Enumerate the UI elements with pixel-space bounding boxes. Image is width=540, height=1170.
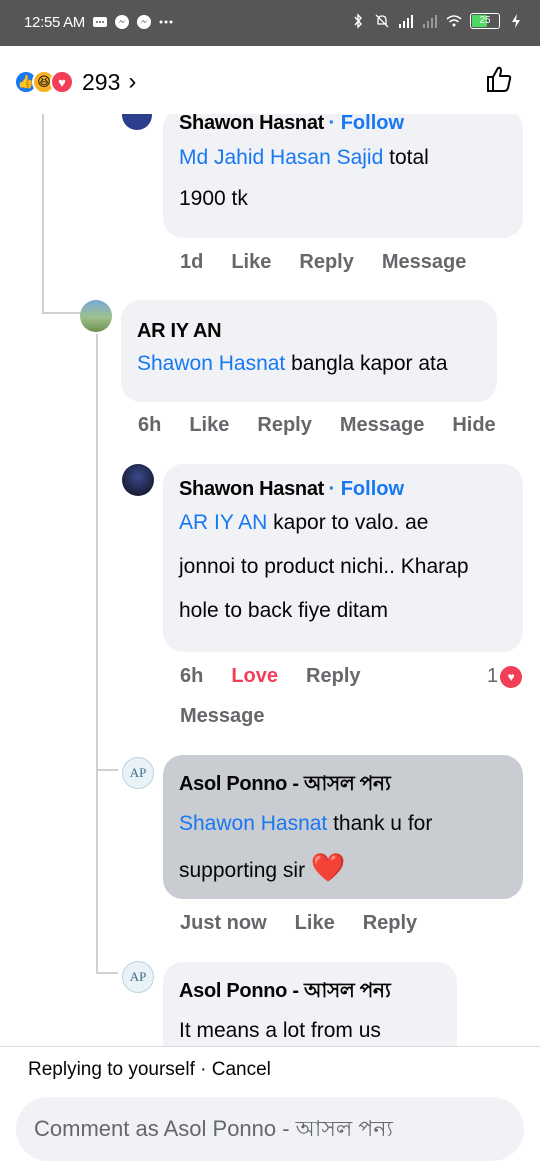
comment-text: total — [383, 146, 429, 169]
comment-actions: Message — [180, 705, 265, 728]
comment-text: supporting sir — [179, 859, 311, 882]
follow-link[interactable]: · Follow — [328, 478, 404, 500]
replying-text: Replying to yourself · — [28, 1059, 212, 1080]
avatar[interactable] — [80, 300, 112, 332]
heart-emoji: ❤️ — [310, 852, 346, 883]
mention-link[interactable]: Md Jahid Hasan Sajid — [179, 146, 383, 169]
comment-author[interactable]: Shawon Hasnat — [179, 478, 324, 500]
reaction-summary[interactable]: 👍 😆 ♥ 293 › — [14, 68, 136, 96]
reply-action[interactable]: Reply — [257, 414, 311, 437]
comment-text: 1900 tk — [179, 187, 248, 210]
avatar[interactable] — [122, 114, 152, 130]
messenger-icon — [115, 15, 129, 29]
thread-line — [96, 769, 118, 771]
comment-time: Just now — [180, 912, 267, 934]
comment-composer: Replying to yourself · Cancel — [0, 1046, 540, 1170]
reply-action[interactable]: Reply — [306, 665, 360, 688]
love-reaction-icon: ♥ — [50, 70, 74, 94]
mention-link[interactable]: AR IY AN — [179, 511, 267, 534]
like-action[interactable]: Like — [231, 251, 271, 274]
reaction-count: 293 — [82, 68, 121, 95]
comment-text: jonnoi to product nichi.. Kharap — [179, 555, 469, 578]
status-right-icons: 25 — [350, 13, 524, 29]
comment-text: bangla kapor ata — [285, 352, 448, 375]
chevron-right-icon: › — [128, 68, 137, 95]
comment-time: 6h — [180, 665, 204, 687]
comment-author[interactable]: Asol Ponno - আসল পন্য — [179, 769, 507, 802]
status-time: 12:55 AM — [24, 14, 85, 31]
comment-bubble: Shawon Hasnat · Follow AR IY AN kapor to… — [163, 464, 523, 652]
status-bar: 12:55 AM 25 — [0, 0, 540, 46]
comment-input[interactable] — [16, 1097, 524, 1161]
reply-action[interactable]: Reply — [299, 251, 353, 274]
comment-time: 1d — [180, 251, 204, 273]
message-icon — [93, 17, 107, 27]
comment-actions: 6h Love Reply — [180, 665, 361, 688]
comment-text: It means a lot from us — [179, 1019, 381, 1042]
comment-author[interactable]: Asol Ponno - আসল পন্য — [179, 976, 441, 1009]
love-action[interactable]: Love — [231, 665, 278, 688]
comment-bubble-selected: Asol Ponno - আসল পন্য Shawon Hasnat than… — [163, 755, 523, 899]
signal-icon-2 — [423, 15, 437, 28]
signal-icon — [399, 15, 413, 28]
comment-actions: 6h Like Reply Message Hide — [138, 414, 496, 437]
page-logo-avatar[interactable]: AP — [122, 757, 154, 789]
heart-icon: ♥ — [500, 665, 523, 688]
mention-link[interactable]: Shawon Hasnat — [179, 812, 327, 835]
comment-author[interactable]: AR IY AN — [137, 320, 481, 343]
like-button-icon[interactable] — [484, 64, 514, 94]
battery-percent: 25 — [479, 15, 491, 26]
reactions-header: 👍 😆 ♥ 293 › — [0, 46, 540, 114]
cancel-reply-link[interactable]: Cancel — [212, 1059, 271, 1080]
notification-icons — [92, 14, 174, 30]
comment-time: 6h — [138, 414, 162, 436]
hide-action[interactable]: Hide — [452, 414, 495, 437]
avatar[interactable] — [122, 464, 154, 496]
thread-line — [42, 312, 82, 314]
comment-text: hole to back fiye ditam — [179, 599, 388, 622]
like-action[interactable]: Like — [295, 912, 335, 935]
mention-link[interactable]: Shawon Hasnat — [137, 352, 285, 375]
comment-thread: Shawon Hasnat · Follow Md Jahid Hasan Sa… — [0, 114, 540, 1046]
thread-line — [96, 334, 98, 974]
page-logo-avatar[interactable]: AP — [122, 961, 154, 993]
thread-line — [42, 114, 44, 314]
like-action[interactable]: Like — [189, 414, 229, 437]
messenger-icon-2 — [137, 15, 151, 29]
more-icon — [159, 20, 173, 24]
comment-bubble: AR IY AN Shawon Hasnat bangla kapor ata — [121, 300, 497, 402]
follow-link[interactable]: · Follow — [328, 114, 404, 134]
comment-bubble: Shawon Hasnat · Follow Md Jahid Hasan Sa… — [163, 114, 523, 238]
comment-input-wrapper[interactable] — [16, 1097, 524, 1161]
wifi-icon — [446, 15, 462, 27]
battery-icon: 25 — [470, 13, 500, 29]
thread-line — [96, 972, 118, 974]
comment-actions: 1d Like Reply Message — [180, 251, 466, 274]
mute-icon — [375, 14, 389, 28]
comment-bubble: Asol Ponno - আসল পন্য It means a lot fro… — [163, 962, 457, 1046]
reply-action[interactable]: Reply — [363, 912, 417, 935]
message-action[interactable]: Message — [340, 414, 425, 437]
reaction-badge[interactable]: 1 ♥ — [487, 665, 523, 688]
message-action[interactable]: Message — [382, 251, 467, 274]
comment-author[interactable]: Shawon Hasnat — [179, 114, 324, 134]
charging-icon — [512, 14, 520, 28]
message-action[interactable]: Message — [180, 705, 265, 728]
reaction-badge-count: 1 — [487, 665, 499, 687]
comment-actions: Just now Like Reply — [180, 912, 417, 935]
replying-indicator: Replying to yourself · Cancel — [28, 1059, 271, 1081]
comment-text: thank u for — [327, 812, 433, 835]
bluetooth-icon — [354, 13, 362, 29]
comment-text: kapor to valo. ae — [267, 511, 429, 534]
